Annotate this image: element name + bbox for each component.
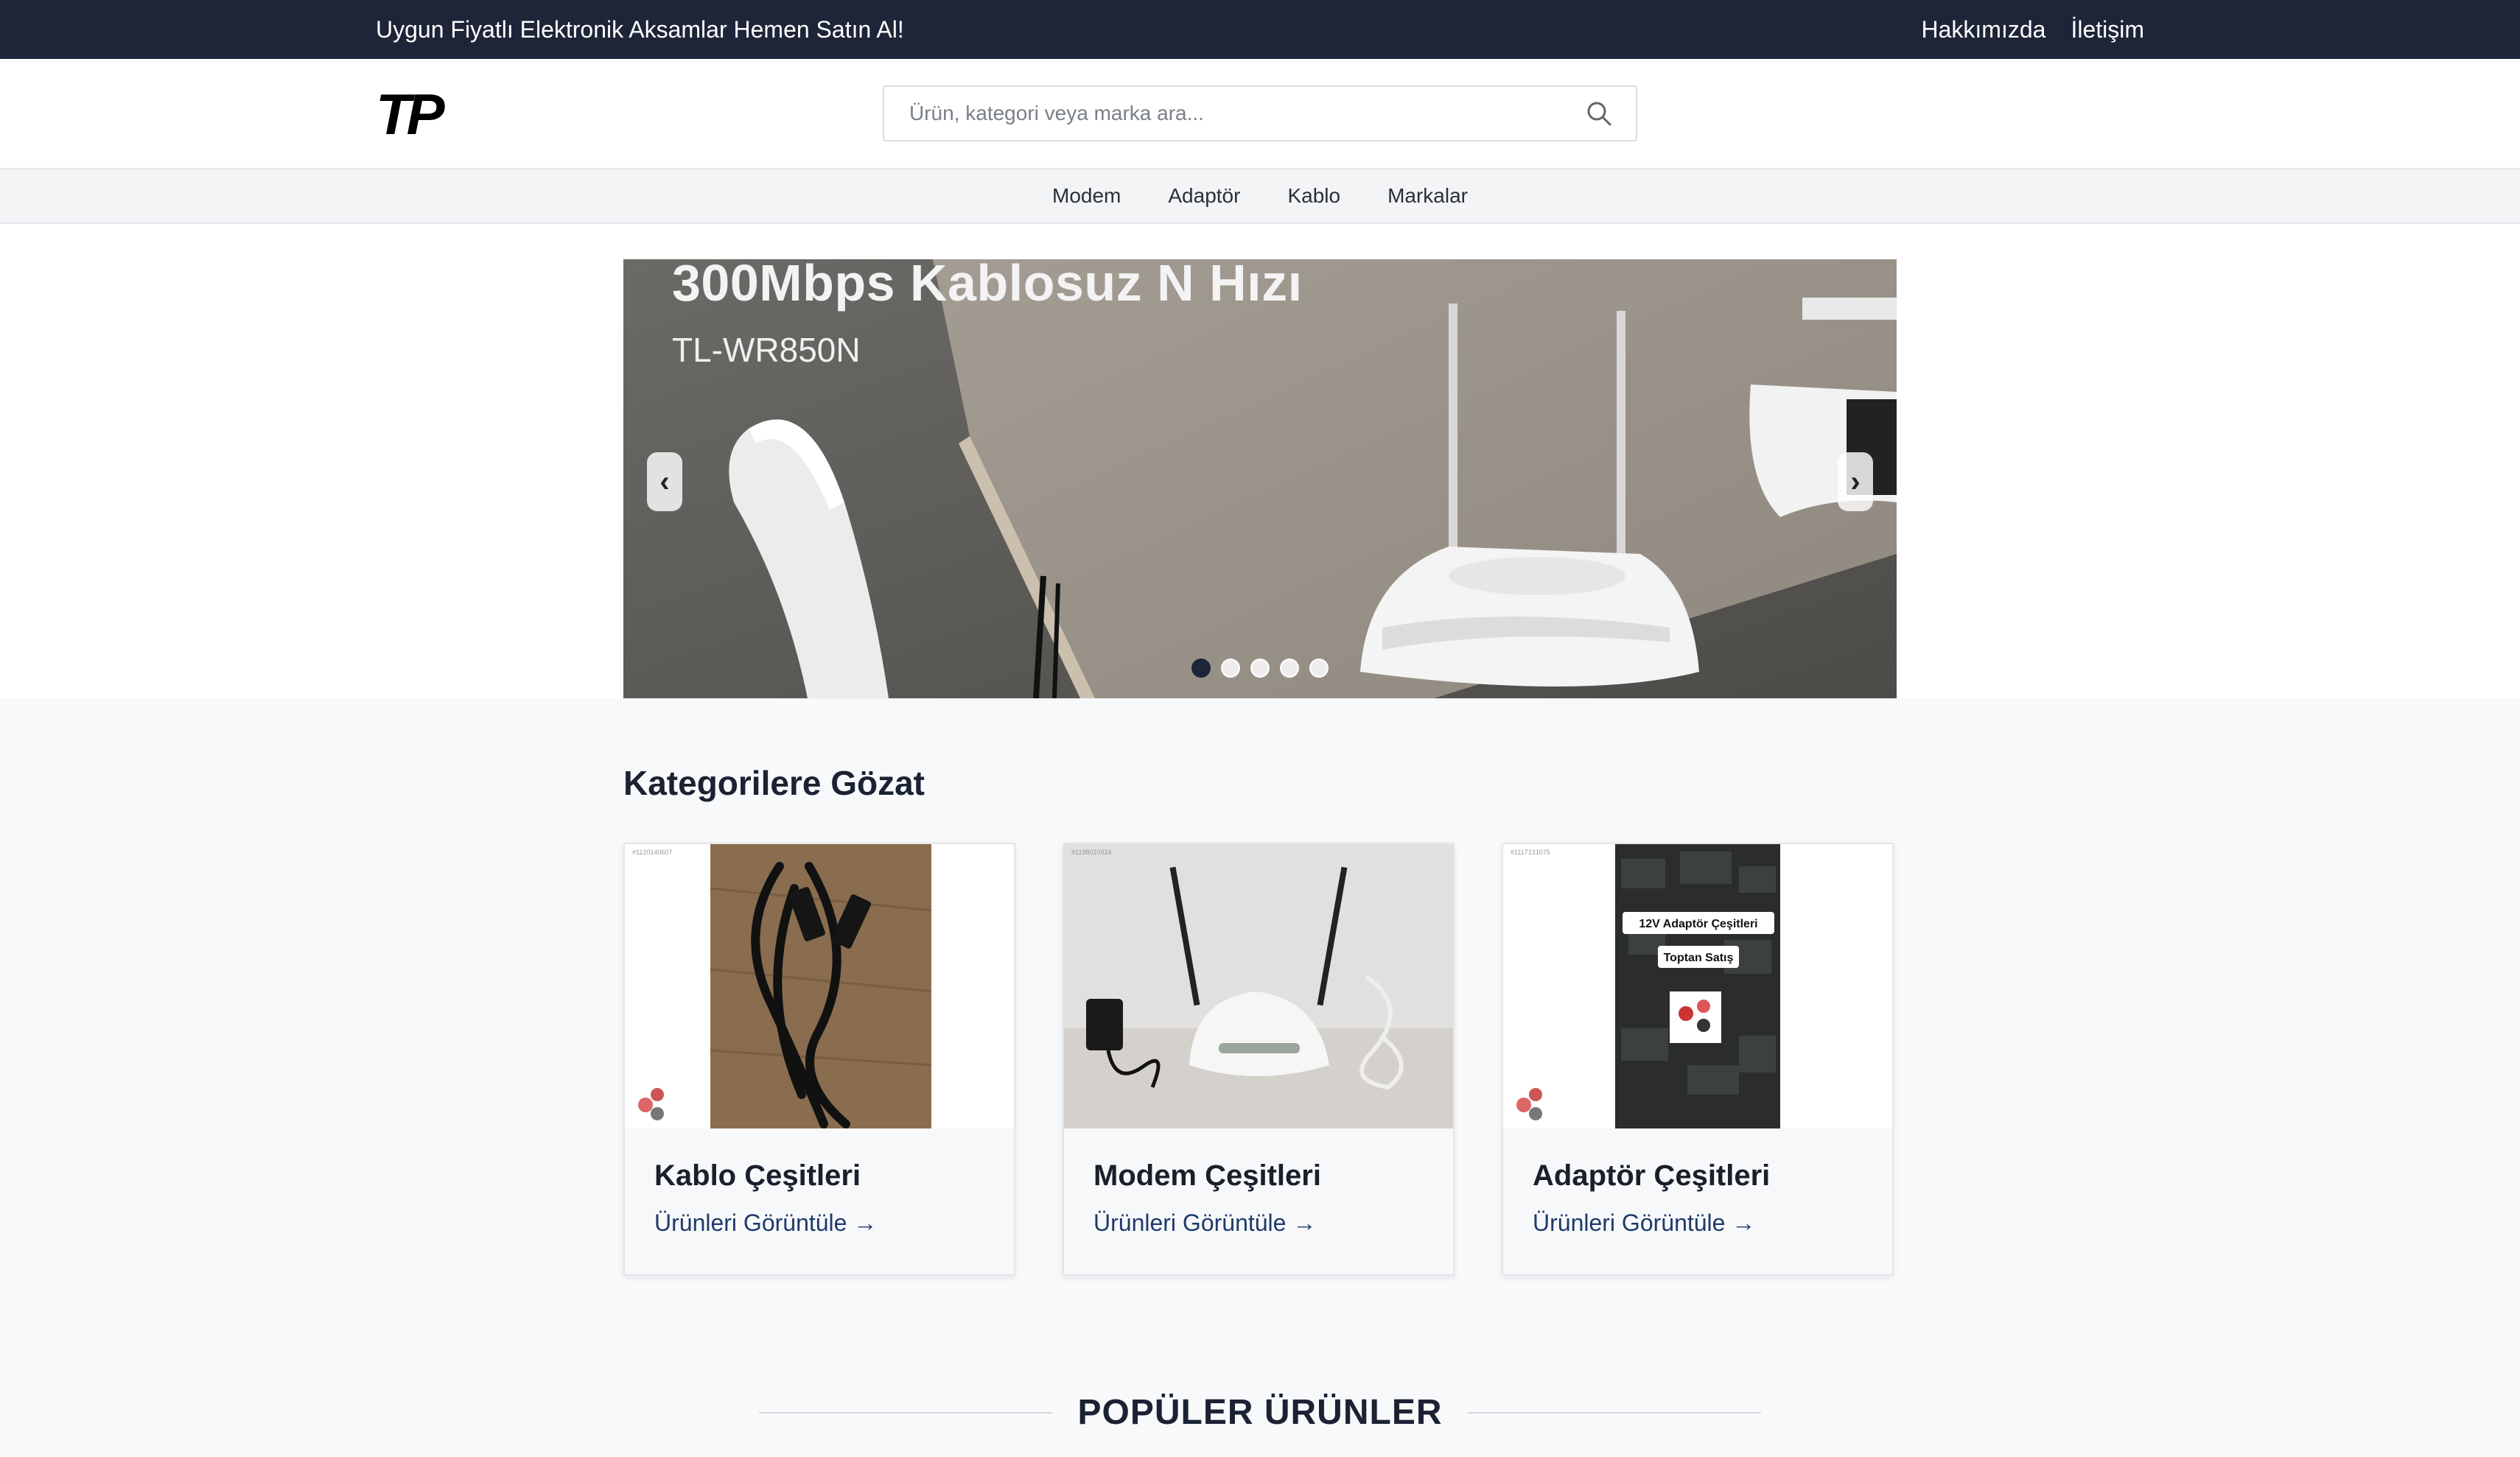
- slider-dot[interactable]: [1250, 659, 1270, 678]
- search-icon[interactable]: [1584, 99, 1614, 128]
- main-nav: Modem Adaptör Kablo Markalar: [0, 168, 2520, 224]
- top-announcement-bar: Uygun Fiyatlı Elektronik Aksamlar Hemen …: [0, 0, 2520, 59]
- svg-text:TP: TP: [376, 88, 446, 141]
- svg-text:12V Adaptör Çeşitleri: 12V Adaptör Çeşitleri: [1639, 918, 1757, 930]
- promo-text: Uygun Fiyatlı Elektronik Aksamlar Hemen …: [376, 15, 904, 43]
- nav-item-markalar[interactable]: Markalar: [1387, 184, 1468, 208]
- slider-dots: [623, 659, 1897, 678]
- nav-item-adaptor[interactable]: Adaptör: [1168, 184, 1240, 208]
- popular-products-title: POPÜLER ÜRÜNLER: [1077, 1393, 1443, 1432]
- topbar-links: Hakkımızda İletişim: [1922, 16, 2145, 43]
- category-cards: #1120140607 Kablo Çeşitleri Ürünleri Gör…: [623, 843, 1894, 1276]
- category-card-modem[interactable]: #1198010924 Modem Çeşitleri Ürünleri Gör…: [1063, 843, 1455, 1276]
- slider-dot[interactable]: [1221, 659, 1240, 678]
- slider-dot[interactable]: [1309, 659, 1329, 678]
- about-link[interactable]: Hakkımızda: [1922, 16, 2046, 43]
- hero-slider: 300Mbps Kablosuz N Hızı TL-WR850N ‹ ›: [623, 259, 1897, 698]
- svg-text:Toptan Satış: Toptan Satış: [1664, 952, 1734, 964]
- view-products-link[interactable]: Ürünleri Görüntüle →: [1093, 1210, 1316, 1237]
- contact-link[interactable]: İletişim: [2071, 16, 2144, 43]
- divider-right: [1467, 1411, 1761, 1414]
- slide-subtitle: TL-WR850N: [672, 331, 861, 369]
- category-card-kablo[interactable]: #1120140607 Kablo Çeşitleri Ürünleri Gör…: [623, 843, 1015, 1276]
- category-image-modem: #1198010924: [1064, 844, 1453, 1128]
- category-image-adaptor: #1117131075 12V Adaptör Çeşitleri Toptan…: [1503, 844, 1892, 1128]
- view-products-link[interactable]: Ürünleri Görüntüle →: [1533, 1210, 1755, 1237]
- slide-image: [623, 259, 1897, 698]
- site-logo[interactable]: TP: [376, 88, 449, 144]
- image-tag: #1120140607: [632, 849, 673, 856]
- category-title: Modem Çeşitleri: [1093, 1159, 1321, 1192]
- nav-item-modem[interactable]: Modem: [1052, 184, 1121, 208]
- search-box: [883, 85, 1637, 141]
- hero-section: 300Mbps Kablosuz N Hızı TL-WR850N ‹ ›: [0, 224, 2520, 698]
- image-tag: #1117131075: [1511, 849, 1550, 856]
- slider-dot[interactable]: [1191, 659, 1211, 678]
- category-title: Kablo Çeşitleri: [654, 1159, 861, 1192]
- category-image-kablo: #1120140607: [625, 844, 1014, 1128]
- popular-products-header: POPÜLER ÜRÜNLER: [759, 1392, 1761, 1433]
- nav-item-kablo[interactable]: Kablo: [1287, 184, 1340, 208]
- view-products-link[interactable]: Ürünleri Görüntüle →: [654, 1210, 877, 1237]
- search-input[interactable]: [909, 102, 1584, 125]
- image-tag: #1198010924: [1071, 849, 1112, 856]
- slider-prev-button[interactable]: ‹: [647, 452, 682, 511]
- category-title: Adaptör Çeşitleri: [1533, 1159, 1771, 1192]
- categories-heading: Kategorilere Gözat: [623, 764, 925, 802]
- slider-next-button[interactable]: ›: [1838, 452, 1873, 511]
- category-card-adaptor[interactable]: #1117131075 12V Adaptör Çeşitleri Toptan…: [1502, 843, 1894, 1276]
- slider-dot[interactable]: [1280, 659, 1299, 678]
- site-header: TP: [0, 59, 2520, 168]
- divider-left: [759, 1411, 1053, 1414]
- slide-title: 300Mbps Kablosuz N Hızı: [672, 259, 1303, 312]
